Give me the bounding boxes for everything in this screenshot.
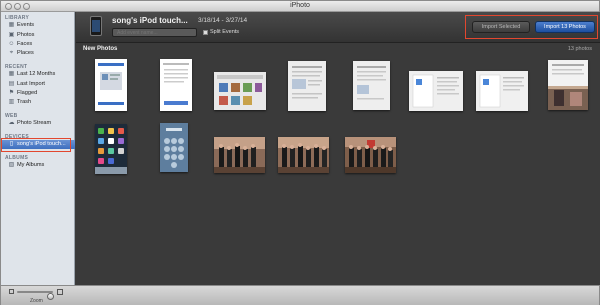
events-icon: ▦ <box>8 22 15 28</box>
cloud-icon: ☁ <box>8 120 15 126</box>
photo-thumbnail[interactable] <box>95 59 127 111</box>
photo-thumbnail[interactable] <box>95 124 127 174</box>
split-events-checkbox[interactable] <box>203 30 208 35</box>
calendar-icon: ▦ <box>8 71 15 77</box>
photo-thumbnail[interactable] <box>353 61 390 110</box>
sidebar-item-faces[interactable]: ☺ Faces <box>1 40 75 49</box>
event-name-input[interactable] <box>112 28 197 37</box>
photo-thumbnail[interactable] <box>288 61 326 111</box>
zoom-in-icon[interactable] <box>57 289 63 295</box>
flag-icon: ⚑ <box>8 90 15 96</box>
sidebar-item-last-import[interactable]: ▤ Last Import <box>1 80 75 89</box>
sidebar-item-photos[interactable]: ▣ Photos <box>1 31 75 40</box>
import-buttons-highlight-box <box>465 15 598 39</box>
section-title: New Photos <box>83 46 118 52</box>
device-name: song's iPod touch... <box>112 16 188 25</box>
sidebar: LIBRARY ▦ Events ▣ Photos ☺ Faces ⌖ Places R… <box>1 12 75 285</box>
title-bar: iPhoto <box>1 1 599 12</box>
photo-thumbnail[interactable] <box>476 71 528 111</box>
split-events-label: Split Events <box>210 29 240 35</box>
photos-icon: ▣ <box>8 32 15 38</box>
sidebar-item-events[interactable]: ▦ Events <box>1 21 75 30</box>
photo-browser: New Photos 13 photos <box>76 43 600 285</box>
sidebar-item-flagged[interactable]: ⚑ Flagged <box>1 89 75 98</box>
photo-thumbnail[interactable] <box>214 72 266 110</box>
zoom-slider-thumb[interactable] <box>47 293 54 300</box>
iphoto-window: iPhoto LIBRARY ▦ Events ▣ Photos ☺ Faces ⌖ P… <box>0 0 600 305</box>
zoom-out-icon[interactable] <box>9 289 14 294</box>
date-range: 3/18/14 - 3/27/14 <box>198 17 248 24</box>
places-icon: ⌖ <box>9 50 14 56</box>
trash-icon: ▥ <box>8 99 15 105</box>
window-title: iPhoto <box>290 2 310 9</box>
zoom-label: Zoom <box>30 298 43 304</box>
zoom-slider[interactable] <box>17 291 54 300</box>
sidebar-item-my-albums[interactable]: ▧ My Albums <box>1 161 75 170</box>
photo-thumbnail[interactable] <box>409 71 463 111</box>
device-highlight-box <box>1 138 71 152</box>
sidebar-item-last-12-months[interactable]: ▦ Last 12 Months <box>1 70 75 79</box>
photo-count: 13 photos <box>567 46 592 52</box>
photo-thumbnail[interactable] <box>345 137 396 173</box>
import-icon: ▤ <box>8 81 15 87</box>
photo-thumbnail[interactable] <box>278 137 329 173</box>
photo-thumbnail[interactable] <box>160 123 188 172</box>
photo-thumbnail[interactable] <box>548 60 588 110</box>
faces-icon: ☺ <box>8 41 15 47</box>
photo-thumbnail[interactable] <box>214 137 265 173</box>
sidebar-item-photo-stream[interactable]: ☁ Photo Stream <box>1 119 75 128</box>
ipod-device-icon <box>90 16 102 36</box>
bottom-toolbar: Zoom <box>1 285 599 305</box>
albums-icon: ▧ <box>8 162 15 168</box>
photo-thumbnail[interactable] <box>160 59 192 111</box>
sidebar-item-places[interactable]: ⌖ Places <box>1 49 75 58</box>
sidebar-item-trash[interactable]: ▥ Trash <box>1 98 75 107</box>
import-header: song's iPod touch... 3/18/14 - 3/27/14 S… <box>76 12 600 43</box>
